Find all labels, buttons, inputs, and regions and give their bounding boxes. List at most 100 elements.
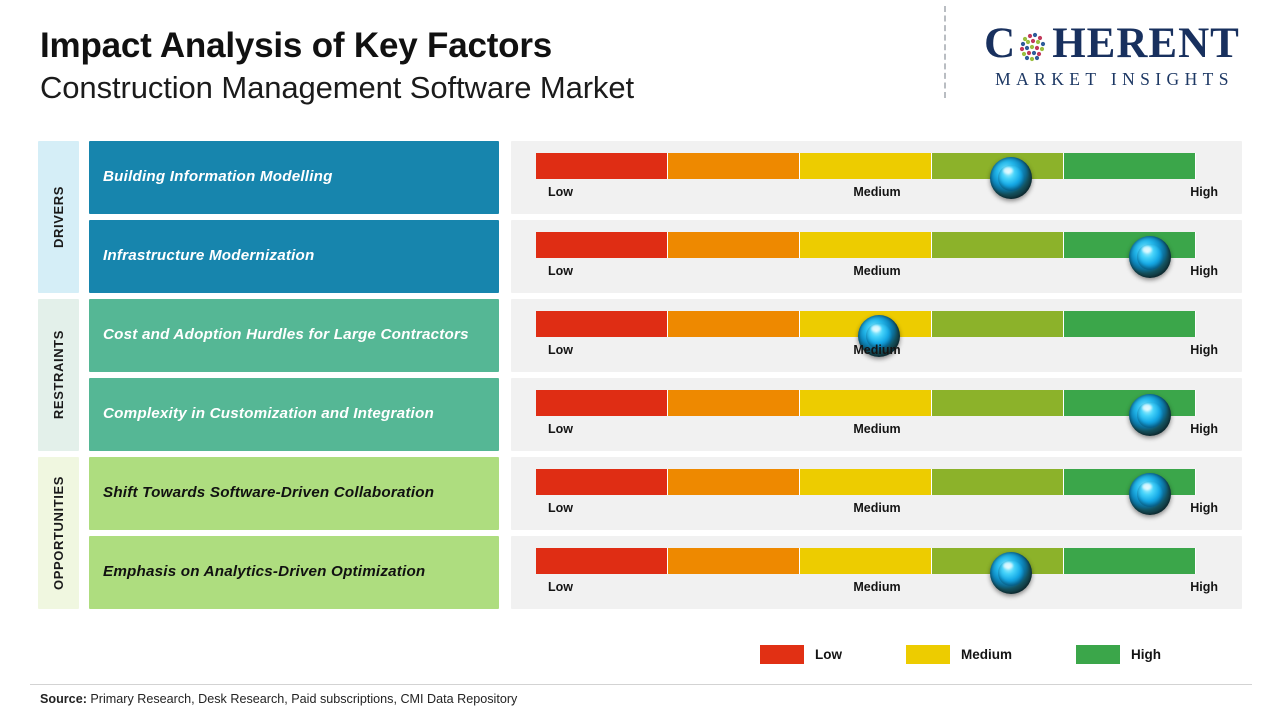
legend-label: Low (815, 647, 842, 662)
legend-item-medium: Medium (906, 645, 1012, 664)
gauge-segment-1 (536, 232, 668, 258)
gauge-segment-2 (668, 390, 800, 416)
gauge-bar (536, 469, 1196, 515)
gauge-segment-2 (668, 548, 800, 574)
category-tab-restraints: RESTRAINTS (38, 299, 79, 451)
gauge-segment-4 (932, 311, 1064, 337)
scale-label-high: High (1190, 264, 1218, 278)
scale-label-low: Low (548, 501, 573, 515)
dotted-globe-icon (1017, 29, 1051, 63)
table-row: Emphasis on Analytics-Driven Optimizatio… (89, 536, 1242, 609)
impact-matrix: DRIVERS Building Information Modelling L… (38, 141, 1242, 609)
group-rows: Building Information Modelling Low Mediu… (89, 141, 1242, 293)
logo-letter-c: C (984, 20, 1017, 67)
gauge-segment-1 (536, 153, 668, 179)
gauge-segment-1 (536, 390, 668, 416)
gauge-scale: Low Medium High (536, 264, 1218, 284)
group-rows: Cost and Adoption Hurdles for Large Cont… (89, 299, 1242, 451)
gauge-segment-1 (536, 469, 668, 495)
factor-label: Complexity in Customization and Integrat… (103, 405, 434, 423)
factor-card[interactable]: Complexity in Customization and Integrat… (89, 378, 499, 451)
logo-divider (944, 6, 946, 98)
infographic-page: Impact Analysis of Key Factors Construct… (0, 0, 1280, 720)
table-row: Shift Towards Software-Driven Collaborat… (89, 457, 1242, 530)
group-rows: Shift Towards Software-Driven Collaborat… (89, 457, 1242, 609)
gauge-scale: Low Medium High (536, 501, 1218, 521)
scale-label-medium: Medium (853, 185, 901, 199)
logo-letters-herent: HERENT (1052, 20, 1240, 67)
factor-card[interactable]: Shift Towards Software-Driven Collaborat… (89, 457, 499, 530)
logo-tagline: MARKET INSIGHTS (995, 69, 1234, 89)
gauge-scale: Low Medium High (536, 422, 1218, 442)
legend-item-high: High (1076, 645, 1161, 664)
factor-label: Building Information Modelling (103, 168, 333, 186)
gauge-segment-2 (668, 311, 800, 337)
gauge-segment-3 (800, 469, 932, 495)
gauge-bar (536, 232, 1196, 278)
scale-label-low: Low (548, 580, 573, 594)
header: Impact Analysis of Key Factors Construct… (40, 26, 634, 106)
gauge-segment-5 (1064, 311, 1196, 337)
logo-wordmark: C HERENT (962, 22, 1262, 65)
legend-label: Medium (961, 647, 1013, 662)
category-tab-opportunities: OPPORTUNITIES (38, 457, 79, 609)
gauge-segment-1 (536, 311, 668, 337)
impact-gauge: Low Medium High (511, 299, 1242, 372)
scale-label-high: High (1190, 501, 1218, 515)
legend: Low Medium High (760, 645, 1161, 664)
gauge-scale: Low Medium High (536, 343, 1218, 363)
gauge-segment-4 (932, 232, 1064, 258)
gauge-segment-3 (800, 390, 932, 416)
factor-card[interactable]: Infrastructure Modernization (89, 220, 499, 293)
impact-gauge: Low Medium High (511, 220, 1242, 293)
gauge-segment-1 (536, 548, 668, 574)
scale-label-medium: Medium (853, 422, 901, 436)
gauge-segment-2 (668, 232, 800, 258)
factor-card[interactable]: Building Information Modelling (89, 141, 499, 214)
gauge-segment-2 (668, 153, 800, 179)
category-label: OPPORTUNITIES (51, 476, 66, 590)
gauge-bar (536, 311, 1196, 357)
impact-gauge: Low Medium High (511, 141, 1242, 214)
scale-label-medium: Medium (853, 264, 901, 278)
gauge-segment-4 (932, 469, 1064, 495)
scale-label-medium: Medium (853, 501, 901, 515)
scale-label-high: High (1190, 580, 1218, 594)
brand-logo: C HERENT MARKET INSIGHTS (962, 22, 1262, 90)
source-note: Source: Primary Research, Desk Research,… (40, 692, 517, 706)
impact-gauge: Low Medium High (511, 378, 1242, 451)
gauge-segment-4 (932, 390, 1064, 416)
table-row: Infrastructure Modernization Low Medium … (89, 220, 1242, 293)
impact-gauge: Low Medium High (511, 536, 1242, 609)
gauge-segment-5 (1064, 548, 1196, 574)
legend-swatch-low (760, 645, 804, 664)
legend-item-low: Low (760, 645, 842, 664)
gauge-segment-3 (800, 548, 932, 574)
category-tab-drivers: DRIVERS (38, 141, 79, 293)
source-text: Primary Research, Desk Research, Paid su… (86, 692, 518, 706)
gauge-bar (536, 153, 1196, 199)
legend-swatch-medium (906, 645, 950, 664)
group-restraints: RESTRAINTS Cost and Adoption Hurdles for… (38, 299, 1242, 451)
factor-card[interactable]: Emphasis on Analytics-Driven Optimizatio… (89, 536, 499, 609)
gauge-scale: Low Medium High (536, 580, 1218, 600)
table-row: Complexity in Customization and Integrat… (89, 378, 1242, 451)
factor-label: Cost and Adoption Hurdles for Large Cont… (103, 326, 469, 344)
scale-label-medium: Medium (853, 343, 901, 357)
scale-label-low: Low (548, 264, 573, 278)
factor-card[interactable]: Cost and Adoption Hurdles for Large Cont… (89, 299, 499, 372)
footer-divider (30, 684, 1252, 685)
gauge-segment-3 (800, 232, 932, 258)
factor-label: Emphasis on Analytics-Driven Optimizatio… (103, 563, 426, 581)
gauge-bar (536, 548, 1196, 594)
scale-label-high: High (1190, 422, 1218, 436)
impact-gauge: Low Medium High (511, 457, 1242, 530)
group-drivers: DRIVERS Building Information Modelling L… (38, 141, 1242, 293)
category-label: RESTRAINTS (51, 330, 66, 420)
factor-label: Shift Towards Software-Driven Collaborat… (103, 484, 435, 502)
scale-label-low: Low (548, 422, 573, 436)
scale-label-medium: Medium (853, 580, 901, 594)
page-title: Impact Analysis of Key Factors (40, 26, 553, 65)
legend-label: High (1131, 647, 1162, 662)
legend-swatch-high (1076, 645, 1121, 664)
